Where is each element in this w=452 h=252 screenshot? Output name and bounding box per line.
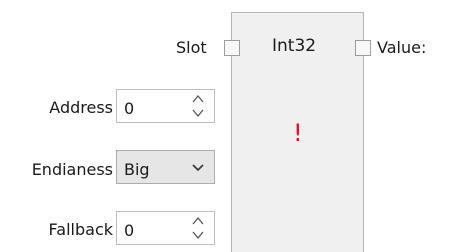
- endianess-selected-value: Big: [124, 160, 150, 179]
- fallback-label: Fallback: [48, 220, 113, 239]
- chevron-down-icon[interactable]: [192, 108, 204, 118]
- fallback-value[interactable]: 0: [124, 221, 134, 241]
- endianess-label: Endianess: [31, 160, 113, 179]
- slot-input-port[interactable]: [224, 40, 240, 56]
- chevron-up-icon[interactable]: [192, 216, 204, 226]
- address-numeric-input[interactable]: 0: [116, 89, 215, 123]
- address-label: Address: [49, 98, 113, 117]
- chevron-up-icon[interactable]: [192, 94, 204, 104]
- node-title: Int32: [272, 36, 317, 56]
- value-port-label: Value:: [377, 38, 427, 57]
- canvas: Int32 ! Slot Value: Address 0 Endianess …: [0, 0, 452, 252]
- slot-port-label: Slot: [176, 38, 207, 57]
- value-output-port[interactable]: [355, 40, 371, 56]
- address-value[interactable]: 0: [124, 99, 134, 119]
- chevron-down-icon[interactable]: [192, 230, 204, 240]
- endianess-dropdown[interactable]: Big: [116, 150, 215, 184]
- chevron-down-icon[interactable]: [192, 162, 204, 172]
- error-indicator: !: [293, 119, 303, 147]
- fallback-numeric-input[interactable]: 0: [116, 211, 215, 245]
